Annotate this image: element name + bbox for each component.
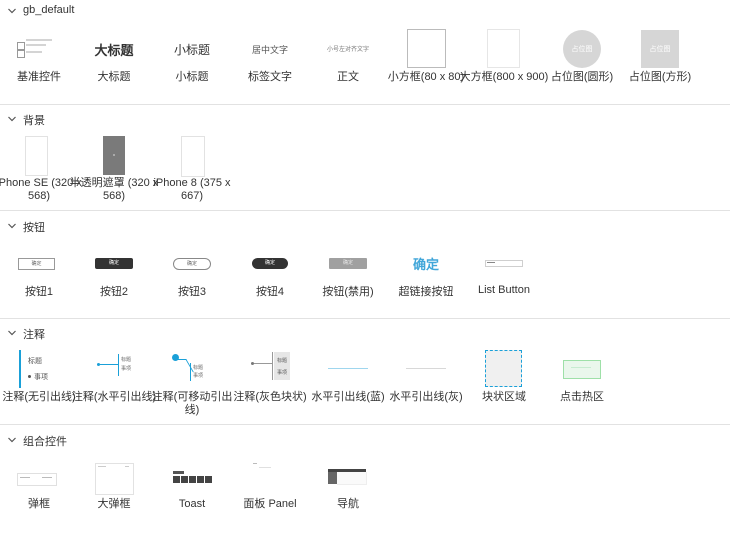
section-background: 背景 iPhone SE (320 x 568) 半透明遮罩 (320 x 56… — [0, 108, 730, 210]
widget-label: 水平引出线(蓝) — [311, 391, 385, 403]
chevron-down-icon[interactable] — [7, 114, 17, 124]
widget-label: 点击热区 — [560, 391, 604, 403]
widget-label: 注释(水平引出线) — [71, 391, 157, 403]
widget-label: 正文 — [337, 71, 359, 83]
widget-body-text[interactable]: 小号左对齐文字 正文 — [309, 30, 387, 120]
widget-panel[interactable]: 面板 Panel — [231, 459, 309, 549]
section-annotations: 注释 标题 事项 注释(无引出线) 标题 事项 注释(水平引出线) 标题 事项 — [0, 322, 730, 424]
section-divider — [0, 424, 730, 425]
section-divider — [0, 104, 730, 105]
widget-iphone-8[interactable]: iPhone 8 (375 x 667) — [153, 136, 231, 226]
widget-label: 面板 Panel — [243, 498, 297, 510]
widget-label: 注释(灰色块状) — [233, 391, 307, 403]
widget-horizontal-leader-gray[interactable]: 水平引出线(灰) — [387, 350, 465, 440]
section-title: 按钮 — [23, 222, 45, 234]
widget-label: 大弹框 — [97, 498, 131, 510]
section-header[interactable]: 注释 — [0, 322, 730, 344]
widget-note-gray-block[interactable]: 标题 事项 注释(灰色块状) — [231, 350, 309, 440]
widget-label: List Button — [478, 284, 530, 296]
widget-placeholder-circle[interactable]: 占位图 占位图(圆形) — [543, 30, 621, 120]
widget-block-area[interactable]: 块状区域 — [465, 350, 543, 440]
section-title: 注释 — [23, 329, 45, 341]
widget-label: 大方框(800 x 900) — [459, 71, 549, 83]
section-title: gb_default — [23, 4, 75, 16]
widget-label: 超链接按钮 — [398, 286, 454, 298]
widget-toast[interactable]: Toast — [153, 459, 231, 549]
widget-click-hotspot[interactable]: 点击热区 — [543, 350, 621, 440]
widget-label: 块状区域 — [482, 391, 526, 403]
widget-label: 半透明遮罩 (320 x 568) — [69, 177, 159, 202]
widget-horizontal-leader-blue[interactable]: 水平引出线(蓝) — [309, 350, 387, 440]
section-composite-controls: 组合控件 弹框 大弹框 Toast 面板 Panel 导航 — [0, 429, 730, 530]
widget-label: Toast — [178, 498, 206, 510]
widget-label: 小方框(80 x 80) — [387, 71, 465, 83]
chevron-down-icon[interactable] — [7, 328, 17, 338]
widget-large-dialog[interactable]: 大弹框 — [75, 459, 153, 549]
widget-label: 占位图(圆形) — [550, 71, 614, 83]
widget-label: 水平引出线(灰) — [389, 391, 463, 403]
section-header[interactable]: 背景 — [0, 108, 730, 130]
chevron-down-icon[interactable] — [7, 221, 17, 231]
widget-label: 按钮2 — [99, 286, 129, 298]
widget-label: iPhone 8 (375 x 667) — [153, 177, 231, 202]
section-gb-default: gb_default 基准控件 大标题 大标题 小标题 小标题 居中文字 标签文… — [0, 0, 730, 104]
widget-note-no-leader[interactable]: 标题 事项 注释(无引出线) — [0, 350, 78, 440]
widget-large-box[interactable]: 大方框(800 x 900) — [460, 29, 548, 120]
section-header[interactable]: gb_default — [0, 0, 730, 22]
widget-note-horizontal-leader[interactable]: 标题 事项 注释(水平引出线) — [72, 350, 156, 440]
section-header[interactable]: 按钮 — [0, 215, 730, 237]
section-divider — [0, 210, 730, 211]
chevron-down-icon[interactable] — [7, 435, 17, 445]
chevron-down-icon[interactable] — [7, 6, 17, 16]
widget-base-control[interactable]: 基准控件 — [0, 30, 78, 120]
widget-label: 注释(可移动引出线) — [151, 391, 233, 416]
widget-small-title[interactable]: 小标题 小标题 — [153, 30, 231, 120]
widget-large-title[interactable]: 大标题 大标题 — [75, 30, 153, 120]
widget-iphone-se[interactable]: iPhone SE (320 x 568) — [0, 136, 82, 226]
widget-label: 按钮4 — [255, 286, 285, 298]
section-title: 背景 — [23, 115, 45, 127]
section-divider — [0, 318, 730, 319]
widget-label: 标签文字 — [248, 71, 292, 83]
widget-label: 小标题 — [175, 71, 209, 83]
widget-label: 占位图(方形) — [628, 71, 692, 83]
section-header[interactable]: 组合控件 — [0, 429, 730, 451]
widget-label: 大标题 — [97, 71, 131, 83]
widget-small-box[interactable]: 小方框(80 x 80) — [387, 29, 465, 120]
widget-note-movable-leader[interactable]: 标题 事项 注释(可移动引出线) — [152, 350, 232, 440]
widget-placeholder-square[interactable]: 占位图 占位图(方形) — [621, 30, 699, 120]
section-title: 组合控件 — [23, 436, 67, 448]
widget-translucent-mask[interactable]: 半透明遮罩 (320 x 568) — [70, 136, 158, 226]
widget-label: 按钮(禁用) — [322, 286, 374, 298]
widget-label: 按钮3 — [177, 286, 207, 298]
widget-dialog[interactable]: 弹框 — [0, 459, 78, 549]
section-buttons: 按钮 确定 按钮1 确定 按钮2 确定 按钮3 确定 按钮4 确定 按钮(禁用) — [0, 215, 730, 318]
widget-tag-text[interactable]: 居中文字 标签文字 — [231, 30, 309, 120]
widget-label: 导航 — [337, 498, 359, 510]
widget-navigation[interactable]: 导航 — [309, 459, 387, 549]
